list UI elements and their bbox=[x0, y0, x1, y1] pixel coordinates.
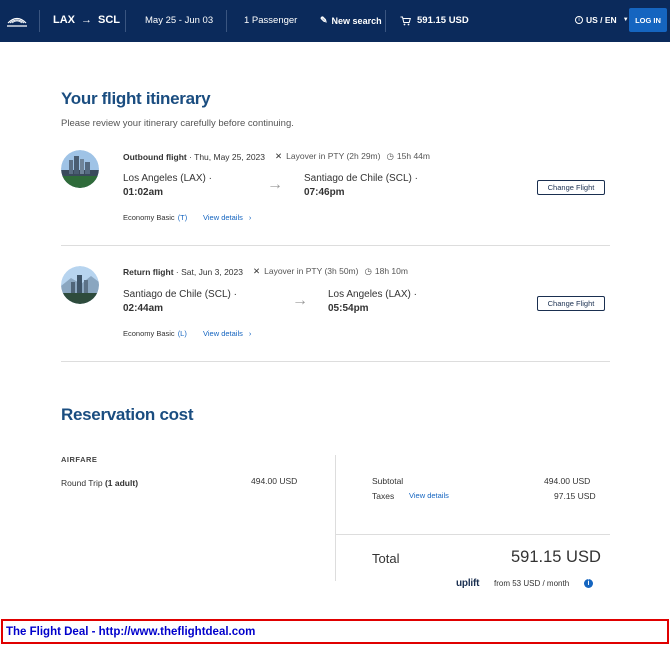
itinerary-title: Your flight itinerary bbox=[61, 89, 211, 108]
round-trip-label: Round Trip (1 adult) bbox=[61, 478, 138, 488]
view-details-label: View details bbox=[203, 329, 243, 338]
top-header: LAX → SCL May 25 - Jun 03 1 Passenger ✎ … bbox=[0, 0, 670, 42]
fare-class-label: Economy Basic bbox=[123, 213, 175, 222]
reservation-cost-title: Reservation cost bbox=[61, 405, 194, 424]
arrow-right-icon: → bbox=[81, 14, 92, 26]
santiago-city-image bbox=[61, 266, 99, 304]
new-search-button[interactable]: ✎ New search bbox=[320, 15, 382, 26]
view-details-label: View details bbox=[203, 213, 243, 222]
outbound-destination: Santiago de Chile (SCL) · 07:46pm bbox=[304, 172, 418, 200]
change-return-flight-button[interactable]: Change Flight bbox=[537, 296, 605, 311]
airline-logo-icon[interactable] bbox=[6, 12, 28, 30]
cart-icon bbox=[400, 16, 411, 25]
round-trip-text: Round Trip bbox=[61, 478, 103, 488]
pencil-icon: ✎ bbox=[320, 15, 328, 25]
itinerary-subtitle: Please review your itinerary carefully b… bbox=[61, 118, 294, 129]
outbound-fare-class: Economy Basic (T) bbox=[123, 213, 187, 222]
outbound-date: · Thu, May 25, 2023 bbox=[186, 151, 266, 162]
fare-code: (T) bbox=[177, 213, 188, 222]
return-departure-time: 02:44am bbox=[123, 303, 164, 314]
footer-link[interactable]: The Flight Deal - http://www.theflightde… bbox=[6, 626, 255, 638]
footer-banner: The Flight Deal - http://www.theflightde… bbox=[1, 619, 669, 644]
return-layover: Layover in PTY (3h 50m) bbox=[264, 266, 359, 276]
locale-label: US / EN bbox=[586, 15, 617, 25]
taxes-label: Taxes bbox=[372, 491, 395, 501]
los-angeles-city-image bbox=[61, 150, 99, 188]
return-destination-city: Los Angeles (LAX) · bbox=[328, 289, 417, 300]
arrow-right-icon: → bbox=[292, 292, 308, 309]
adult-count: (1 adult) bbox=[104, 478, 139, 488]
header-divider bbox=[125, 10, 126, 32]
return-flight-header: Return flight · Sat, Jun 3, 2023 ✕ Layove… bbox=[123, 266, 408, 277]
clock-icon: ◷ bbox=[364, 266, 372, 276]
passenger-count[interactable]: 1 Passenger bbox=[244, 15, 297, 26]
fare-class-label: Economy Basic bbox=[123, 329, 175, 338]
layover-info: ✕ Layover in PTY (2h 29m) bbox=[271, 151, 380, 162]
taxes-view-details-link[interactable]: View details bbox=[409, 491, 449, 500]
travel-dates[interactable]: May 25 - Jun 03 bbox=[145, 15, 213, 26]
caret-down-icon: ▼ bbox=[622, 17, 629, 23]
origin-code: LAX bbox=[53, 14, 75, 26]
subtotal-label: Subtotal bbox=[372, 476, 404, 486]
return-origin: Santiago de Chile (SCL) · 02:44am bbox=[123, 288, 237, 316]
divider bbox=[336, 534, 610, 535]
duration-info: ◷ 15h 44m bbox=[386, 151, 430, 162]
round-trip-price: 494.00 USD bbox=[251, 476, 298, 486]
outbound-label: Outbound flight bbox=[123, 151, 187, 162]
fare-code: (L) bbox=[177, 329, 187, 338]
outbound-arrival-time: 07:46pm bbox=[304, 187, 345, 198]
taxes-value: 97.15 USD bbox=[554, 491, 596, 501]
login-button[interactable]: LOG IN bbox=[629, 8, 667, 32]
subtotal-value: 494.00 USD bbox=[544, 476, 591, 486]
return-destination: Los Angeles (LAX) · 05:54pm bbox=[328, 288, 417, 316]
cost-divider bbox=[335, 455, 336, 581]
cart-total: 591.15 USD bbox=[417, 15, 469, 26]
header-divider bbox=[39, 10, 40, 32]
total-value: 591.15 USD bbox=[511, 548, 601, 566]
total-label: Total bbox=[372, 551, 400, 566]
header-divider bbox=[385, 10, 386, 32]
divider bbox=[61, 245, 610, 246]
info-circle-icon: i bbox=[575, 16, 583, 24]
outbound-view-details-link[interactable]: View details › bbox=[203, 213, 251, 222]
chevron-right-icon: › bbox=[248, 329, 252, 338]
return-label: Return flight bbox=[123, 266, 174, 277]
uplift-logo[interactable]: uplift bbox=[456, 578, 479, 589]
return-duration: 18h 10m bbox=[374, 266, 408, 276]
change-outbound-flight-button[interactable]: Change Flight bbox=[537, 180, 605, 195]
outbound-departure-time: 01:02am bbox=[123, 187, 164, 198]
route-summary[interactable]: LAX → SCL bbox=[53, 14, 120, 26]
arrow-right-icon: → bbox=[267, 176, 283, 193]
clock-icon: ◷ bbox=[386, 151, 394, 161]
outbound-origin-city: Los Angeles (LAX) · bbox=[123, 173, 212, 184]
divider bbox=[61, 361, 610, 362]
return-origin-city: Santiago de Chile (SCL) · bbox=[123, 289, 237, 300]
language-selector[interactable]: i US / EN ▼ bbox=[575, 15, 629, 25]
layover-icon: ✕ bbox=[275, 151, 283, 161]
outbound-destination-city: Santiago de Chile (SCL) · bbox=[304, 173, 418, 184]
outbound-flight-header: Outbound flight · Thu, May 25, 2023 ✕ Lay… bbox=[123, 151, 430, 162]
return-view-details-link[interactable]: View details › bbox=[203, 329, 251, 338]
return-fare-class: Economy Basic (L) bbox=[123, 329, 187, 338]
layover-icon: ✕ bbox=[253, 266, 261, 276]
return-arrival-time: 05:54pm bbox=[328, 303, 369, 314]
uplift-monthly-price: from 53 USD / month bbox=[494, 579, 570, 588]
return-date: · Sat, Jun 3, 2023 bbox=[173, 266, 243, 277]
outbound-duration: 15h 44m bbox=[396, 151, 430, 161]
airfare-label: AIRFARE bbox=[61, 455, 98, 464]
chevron-right-icon: › bbox=[248, 213, 252, 222]
outbound-layover: Layover in PTY (2h 29m) bbox=[286, 151, 381, 161]
outbound-origin: Los Angeles (LAX) · 01:02am bbox=[123, 172, 212, 200]
info-icon[interactable]: i bbox=[584, 579, 593, 588]
destination-code: SCL bbox=[98, 14, 120, 26]
duration-info: ◷ 18h 10m bbox=[364, 266, 408, 277]
header-divider bbox=[226, 10, 227, 32]
cart-summary[interactable]: 591.15 USD bbox=[400, 15, 469, 26]
new-search-label: New search bbox=[331, 15, 382, 26]
layover-info: ✕ Layover in PTY (3h 50m) bbox=[249, 266, 358, 277]
